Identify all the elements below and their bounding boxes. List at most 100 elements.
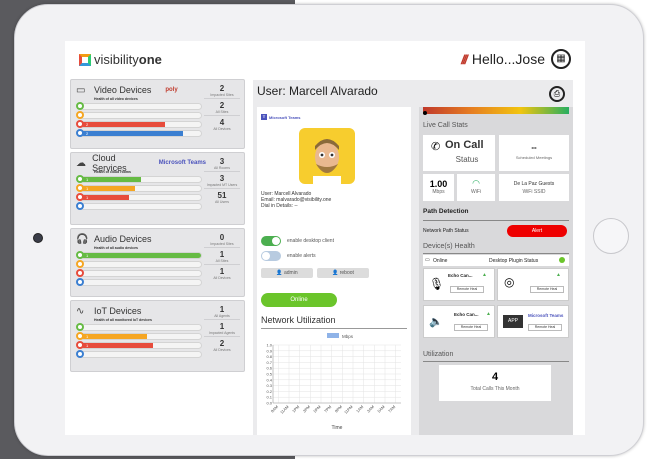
health-bar[interactable] (76, 278, 206, 286)
health-bar[interactable]: 1 (76, 341, 206, 349)
legend-swatch (327, 333, 339, 338)
wifi-ssid-value: De La Paz Guests (513, 181, 555, 187)
device-card-iot-devices[interactable]: ∿ IoT Devices Health of all monitored IoT … (70, 300, 245, 372)
bandwidth-unit: Mbps (432, 189, 445, 195)
remote-heal-button[interactable]: Remote Heal (454, 324, 488, 331)
app-logo[interactable]: visibility one (79, 52, 162, 67)
stat-label: All Rooms (214, 166, 230, 170)
health-bar-track (80, 176, 202, 183)
health-bar[interactable] (76, 202, 206, 210)
device-card-cloud-services[interactable]: ☁ Cloud Services Microsoft Teams Health of … (70, 152, 245, 225)
stat-value: 1 (219, 322, 225, 331)
bandwidth-box: 1.00 Mbps (423, 174, 454, 201)
stat-value: 1 (219, 250, 225, 259)
desktop-client-toggle[interactable] (261, 236, 281, 246)
status-ring-icon (76, 111, 84, 119)
user-info: User: Marcell Alvarado Email: malvarado@… (261, 191, 331, 209)
dial-in-line: Dial in Details: -- (261, 203, 298, 209)
device-name: Echo Can... (454, 312, 479, 317)
device-card-audio-devices[interactable]: 🎧 Audio Devices Health of all audio device… (70, 228, 245, 297)
utilization-title: Utilization (423, 351, 454, 358)
health-bar[interactable]: 1 (76, 332, 206, 340)
stat[interactable]: 4 All Devices (204, 118, 240, 132)
device-card-video-devices[interactable]: ▭ Video Devices poly Health of all video de… (70, 79, 245, 149)
health-bar[interactable] (76, 269, 206, 277)
health-bar[interactable]: 1 (76, 251, 206, 259)
teams-icon: T (261, 114, 267, 120)
stat[interactable]: 1 Impacted Agents (204, 322, 240, 337)
status-ring-icon (76, 260, 84, 268)
stat[interactable]: 2 All Sites (204, 101, 240, 116)
health-bar[interactable]: 2 (76, 120, 206, 128)
total-calls-value: 4 (491, 371, 499, 383)
stat[interactable]: 51 All Users (204, 191, 240, 205)
stat[interactable]: 1 All Devices (204, 267, 240, 281)
phone-icon: ✆ (431, 141, 441, 153)
remote-heal-button[interactable]: Remote Heal (528, 324, 562, 331)
path-status-alert[interactable]: Alert (507, 225, 567, 237)
y-tick-label: 0.6 (266, 366, 272, 371)
stat[interactable]: 1 All Sites (204, 250, 240, 265)
health-bar-fill (81, 131, 183, 136)
card-body: 🎧 Audio Devices Health of all audio device… (76, 233, 206, 288)
health-bar[interactable]: 1 (76, 193, 206, 201)
health-bar-track (80, 261, 202, 268)
camera-icon (33, 233, 43, 243)
alerts-toggle[interactable] (261, 251, 281, 261)
health-bar[interactable]: 1 (76, 175, 206, 183)
path-status-label: Network Path Status (423, 228, 469, 234)
home-button[interactable] (593, 218, 629, 254)
health-bar[interactable]: 1 (76, 184, 206, 192)
stat[interactable]: 3 All Rooms (204, 157, 240, 172)
y-tick-label: 0.0 (266, 401, 272, 406)
stat[interactable]: 2 Impacted Sites (204, 84, 240, 99)
stat-label: Impacted Agents (208, 331, 236, 335)
brand-slash-icon: /// (461, 51, 468, 67)
stat-value: 3 (219, 174, 225, 183)
health-bar[interactable]: 2 (76, 129, 206, 137)
x-tick-label: 9AM (270, 404, 279, 413)
app-menu-button[interactable]: ▦ (551, 49, 571, 69)
remote-heal-button[interactable]: Remote Heal (450, 286, 484, 293)
x-tick-label: 11AM (279, 404, 290, 415)
status-ring-icon (76, 175, 84, 183)
y-tick-label: 0.1 (266, 395, 272, 400)
x-tick-label: 7AM (387, 404, 396, 413)
remote-heal-button[interactable]: Remote Heal (530, 286, 564, 293)
health-bar[interactable] (76, 102, 206, 110)
reboot-button[interactable]: 👤 reboot (317, 268, 369, 278)
path-detection-title: Path Detection (423, 208, 469, 215)
status-ring-icon (76, 332, 84, 340)
health-bar[interactable] (76, 350, 206, 358)
stat[interactable]: 1 All Agents (204, 305, 240, 320)
online-status-button[interactable]: Online (261, 293, 337, 307)
stat-value: 2 (219, 339, 225, 348)
card-stats: 0 Impacted Sites 1 All Sites 1 All Devices (204, 233, 240, 283)
status-ring-icon (76, 278, 84, 286)
health-bar-track (80, 130, 202, 137)
speaker-icon: 🔈 (429, 316, 443, 328)
network-utilization-title: Network Utilization (261, 315, 336, 325)
divider (423, 253, 569, 254)
x-axis-label: Time (332, 425, 343, 431)
stat[interactable]: 2 All Devices (204, 339, 240, 353)
admin-label: admin (284, 270, 298, 276)
card-title: Video Devices (94, 85, 152, 95)
health-bar[interactable] (76, 323, 206, 331)
device-status-row: ▭ Online Desktop Plugin Status (423, 255, 569, 266)
admin-button[interactable]: 👤 admin (261, 268, 313, 278)
card-subtitle: Health of all monitored IoT devices (94, 318, 152, 322)
legend-label: Mbps (342, 334, 354, 339)
card-body: ☁ Cloud Services Microsoft Teams Health of … (76, 153, 206, 212)
status-ring-icon (76, 120, 84, 128)
alerts-label: enable alerts (287, 253, 316, 259)
stat[interactable]: 0 Impacted Sites (204, 233, 240, 248)
stat[interactable]: 3 Impacted MT Users (204, 174, 240, 189)
device-name: Echo Can... (448, 273, 473, 278)
print-icon[interactable]: ⎙ (549, 86, 565, 102)
on-call-text: On Call (445, 139, 484, 151)
status-ring-icon (76, 269, 84, 277)
device-card-mic: 🎙 Echo Can... ▲ Remote Heal (423, 268, 495, 301)
health-bar[interactable] (76, 111, 206, 119)
health-bar[interactable] (76, 260, 206, 268)
